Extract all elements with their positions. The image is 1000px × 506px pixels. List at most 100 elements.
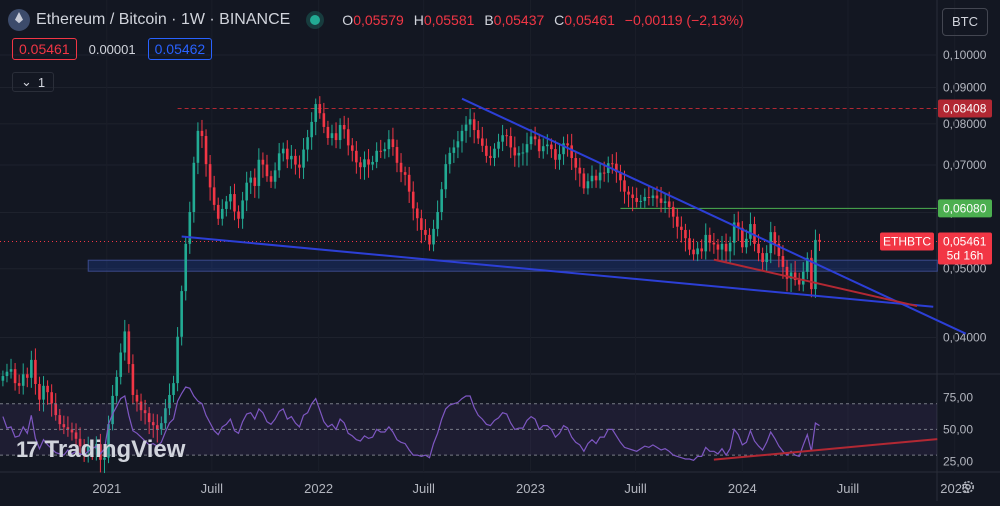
candle-body: [716, 244, 720, 250]
indicators-toggle[interactable]: ⌄ 1: [12, 72, 55, 92]
price-tick-label: 0,08000: [943, 117, 987, 131]
candle-body: [383, 149, 387, 152]
candle-body: [184, 243, 188, 292]
candle-body: [318, 104, 322, 114]
ohlc-values: O0,05579 H0,05581 B0,05437 C0,05461 −0,0…: [336, 12, 743, 28]
candle-body: [176, 336, 179, 384]
candle-body: [513, 147, 517, 156]
candle-body: [208, 164, 212, 188]
candle-body: [127, 331, 131, 365]
buy-button[interactable]: 0.05462: [147, 38, 213, 60]
price-tick-label: 0,07000: [943, 158, 987, 172]
candle-body: [273, 170, 277, 182]
tradingview-logo[interactable]: 17 TradingView: [16, 436, 185, 464]
change-value: −0,00119 (−2,13%): [624, 12, 744, 28]
candle-body: [602, 172, 606, 174]
candle-body: [517, 152, 521, 156]
high-value: 0,05581: [423, 12, 475, 28]
candle-body: [635, 197, 638, 202]
candle-body: [692, 249, 695, 255]
candle-body: [598, 172, 602, 181]
candle-body: [708, 234, 712, 243]
chart-area[interactable]: 0,100000,090000,080000,070000,060000,050…: [0, 0, 1000, 501]
time-tick-label: Juill: [837, 481, 860, 496]
close-value: 0,05461: [564, 12, 615, 28]
candle-body: [680, 226, 683, 230]
candle-body: [700, 248, 703, 252]
candle-body: [188, 212, 192, 244]
chart-svg[interactable]: 0,100000,090000,080000,070000,060000,050…: [0, 0, 1000, 501]
candle-body: [627, 191, 630, 195]
candle-body: [505, 135, 508, 137]
candle-body: [322, 113, 326, 127]
candle-body: [582, 173, 586, 189]
candle-body: [204, 136, 208, 165]
candle-body: [574, 158, 578, 168]
candle-body: [521, 152, 525, 154]
candle-body: [399, 162, 403, 173]
time-tick-label: 2021: [92, 481, 121, 496]
candle-body: [452, 147, 456, 153]
candle-body: [801, 271, 805, 285]
bar-countdown: 5d 16h: [947, 249, 984, 263]
candle-body: [237, 211, 240, 219]
candle-body: [25, 374, 29, 378]
candle-body: [594, 175, 598, 181]
candle-body: [34, 359, 37, 385]
candle-body: [229, 194, 232, 202]
candle-body: [212, 187, 216, 205]
time-tick-label: Juill: [201, 481, 224, 496]
candle-body: [253, 177, 257, 186]
candle-body: [537, 139, 541, 152]
candle-body: [476, 130, 480, 139]
candle-body: [302, 149, 305, 168]
candle-body: [724, 243, 728, 252]
candle-body: [773, 232, 777, 244]
candle-body: [659, 198, 663, 203]
candle-body: [13, 369, 17, 384]
candle-body: [485, 145, 488, 156]
candle-body: [395, 147, 399, 163]
candle-body: [444, 164, 448, 190]
candle-body: [334, 133, 338, 141]
candle-body: [525, 144, 529, 153]
candle-body: [21, 374, 25, 386]
candle-body: [350, 145, 354, 151]
symbol-header[interactable]: Ethereum / Bitcoin · 1W · BINANCE O0,055…: [8, 8, 744, 32]
candle-body: [663, 201, 667, 203]
time-tick-label: 2022: [304, 481, 333, 496]
sell-button[interactable]: 0.05461: [12, 38, 77, 60]
candle-body: [696, 248, 699, 255]
indicator-count: 1: [37, 74, 46, 90]
rsi-tick-label: 25,00: [943, 455, 973, 469]
currency-button[interactable]: BTC: [942, 8, 988, 36]
candle-body: [123, 331, 127, 353]
candle-body: [359, 162, 362, 168]
candle-body: [245, 182, 248, 201]
candle-body: [180, 291, 183, 337]
candle-body: [233, 194, 236, 212]
price-tick-label: 0,09000: [943, 81, 987, 95]
candle-body: [436, 212, 439, 229]
candle-body: [464, 124, 468, 131]
candle-body: [330, 133, 334, 139]
falling-wedge-upper[interactable]: [461, 97, 967, 335]
candle-body: [391, 139, 395, 148]
candle-body: [367, 159, 370, 165]
candle-body: [611, 163, 614, 165]
candle-body: [489, 155, 492, 159]
symbol-title[interactable]: Ethereum / Bitcoin · 1W · BINANCE: [36, 11, 290, 29]
candle-body: [509, 136, 513, 148]
candle-body: [554, 149, 557, 160]
close-label: C: [554, 12, 565, 28]
candle-body: [225, 201, 228, 209]
candle-body: [566, 143, 569, 146]
candle-body: [480, 138, 484, 146]
settings-gear-icon[interactable]: [960, 479, 976, 495]
candle-body: [338, 124, 342, 141]
candle-body: [757, 243, 760, 254]
candle-body: [411, 191, 415, 209]
candle-body: [781, 256, 785, 267]
candle-body: [745, 238, 748, 248]
candle-body: [50, 392, 53, 404]
